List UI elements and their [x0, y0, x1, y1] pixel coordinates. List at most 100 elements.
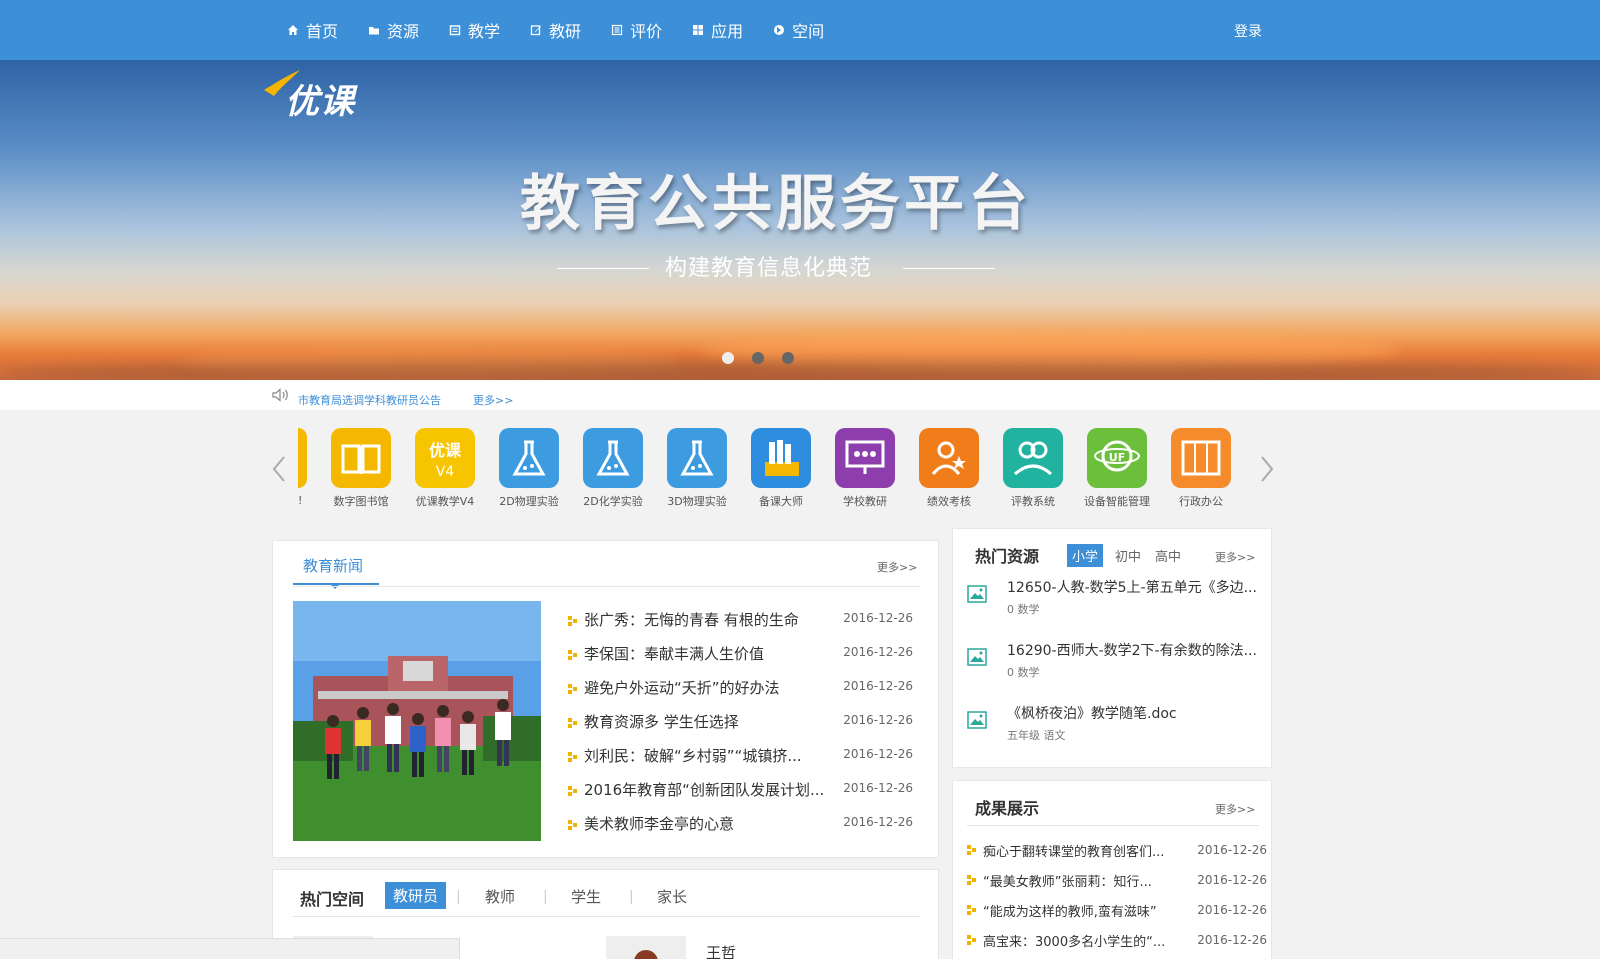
tab-senior[interactable]: 高中 — [1155, 546, 1181, 565]
bullet-icon — [568, 820, 578, 830]
news-item[interactable]: 教育资源多 学生任选择 2016-12-26 — [568, 711, 923, 745]
app-tile[interactable]: 行政办公 — [1161, 428, 1241, 509]
nav-resources[interactable]: 资源 — [368, 18, 419, 42]
avatar[interactable] — [606, 936, 686, 959]
app-tile[interactable]: 优课 V4 优课教学V4 — [405, 428, 485, 509]
resource-title[interactable]: 16290-西师大-数学2下-有余数的除法... — [1007, 640, 1257, 660]
carousel-dot-2[interactable] — [752, 352, 764, 364]
space-person-name[interactable]: 王哲 — [706, 942, 736, 959]
nav-research[interactable]: 教研 — [530, 18, 581, 42]
achievement-title[interactable]: “最美女教师”张丽莉：知行... — [983, 871, 1183, 890]
nav-home[interactable]: 首页 — [287, 18, 338, 42]
app-tile-background — [583, 428, 643, 488]
flask-icon — [596, 440, 630, 476]
achievement-item[interactable]: “能成为这样的教师,蛮有滋味” 2016-12-26 — [967, 899, 1267, 925]
news-title[interactable]: 李保国：奉献丰满人生价值 — [584, 643, 844, 664]
speaker-icon — [272, 388, 288, 402]
app-tile[interactable]: 绩效考核 — [909, 428, 989, 509]
app-tile[interactable]: 2D物理实验 — [489, 428, 569, 509]
nav-teaching[interactable]: 教学 — [449, 18, 500, 42]
news-title[interactable]: 2016年教育部“创新团队发展计划... — [584, 779, 844, 800]
tab-student[interactable]: 学生 — [571, 886, 601, 907]
notice-text-link[interactable]: 市教育局选调学科教研员公告 — [298, 392, 441, 408]
news-item[interactable]: 李保国：奉献丰满人生价值 2016-12-26 — [568, 643, 923, 677]
app-tile[interactable]: 3D物理实验 — [657, 428, 737, 509]
resource-item[interactable]: 12650-人教-数学5上-第五单元《多边... 0 数学 — [967, 577, 1267, 629]
tab-separator: | — [629, 889, 634, 905]
news-item[interactable]: 美术教师李金亭的心意 2016-12-26 — [568, 813, 923, 847]
hot-resources-more-link[interactable]: 更多>> — [1215, 549, 1255, 565]
news-item[interactable]: 张广秀：无悔的青春 有根的生命 2016-12-26 — [568, 609, 923, 643]
nav-space-label: 空间 — [792, 22, 825, 41]
image-file-icon — [967, 711, 987, 729]
books-icon — [765, 440, 799, 476]
app-tile[interactable]: 学校教研 — [825, 428, 905, 509]
news-more-link[interactable]: 更多>> — [877, 559, 917, 575]
achievement-title[interactable]: 高宝来：3000多名小学生的“... — [983, 931, 1183, 950]
news-title[interactable]: 教育资源多 学生任选择 — [584, 711, 844, 732]
news-date: 2016-12-26 — [843, 781, 913, 795]
news-title[interactable]: 刘利民：破解“乡村弱”“城镇挤... — [584, 745, 844, 766]
app-label: 设备智能管理 — [1084, 495, 1150, 508]
news-item[interactable]: 2016年教育部“创新团队发展计划... 2016-12-26 — [568, 779, 923, 813]
app-tile[interactable]: 评教系统 — [993, 428, 1073, 509]
bullet-icon — [568, 718, 578, 728]
carousel-dot-1[interactable] — [722, 352, 734, 364]
resource-title[interactable]: 《枫桥夜泊》教学随笔.doc — [1007, 703, 1257, 723]
news-title[interactable]: 避免户外运动“夭折”的好办法 — [584, 677, 844, 698]
flask-icon — [680, 440, 714, 476]
notice-bar: 市教育局选调学科教研员公告 更多>> — [0, 380, 1600, 410]
home-icon — [288, 25, 298, 35]
app-tile[interactable]: 2D化学实验 — [573, 428, 653, 509]
achievement-title[interactable]: “能成为这样的教师,蛮有滋味” — [983, 901, 1183, 920]
carousel-dots — [722, 352, 812, 364]
notice-more-link[interactable]: 更多>> — [473, 392, 513, 408]
resource-item[interactable]: 16290-西师大-数学2下-有余数的除法... 0 数学 — [967, 640, 1267, 692]
svg-text:UF: UF — [1109, 451, 1125, 464]
tab-parent[interactable]: 家长 — [657, 886, 687, 907]
book-icon — [449, 25, 461, 36]
carousel-prev-icon[interactable] — [272, 455, 286, 483]
achievement-title[interactable]: 痴心于翻转课堂的教育创客们... — [983, 841, 1183, 860]
subtitle-line-right — [903, 268, 995, 269]
nav-menu: 首页 资源 教学 教研 评价 应用 空间 — [287, 0, 854, 60]
login-link[interactable]: 登录 — [1234, 21, 1262, 41]
tab-teacher[interactable]: 教师 — [485, 886, 515, 907]
news-date: 2016-12-26 — [843, 713, 913, 727]
app-tile-background — [835, 428, 895, 488]
news-item[interactable]: 避免户外运动“夭折”的好办法 2016-12-26 — [568, 677, 923, 711]
app-tile[interactable]: 备课大师 — [741, 428, 821, 509]
app-label: 3D物理实验 — [667, 495, 727, 508]
space-icon — [774, 25, 785, 35]
tab-education-news[interactable]: 教育新闻 — [303, 555, 363, 576]
bullet-icon — [568, 616, 578, 626]
youke-icon: 优课 V4 — [429, 441, 462, 480]
news-title[interactable]: 张广秀：无悔的青春 有根的生命 — [584, 609, 844, 630]
achievement-item[interactable]: 高宝来：3000多名小学生的“... 2016-12-26 — [967, 929, 1267, 955]
nav-space[interactable]: 空间 — [773, 18, 824, 42]
app-tile[interactable]: UF 设备智能管理 — [1077, 428, 1157, 509]
resource-item[interactable]: 《枫桥夜泊》教学随笔.doc 五年级 语文 — [967, 703, 1267, 755]
nav-evaluation[interactable]: 评价 — [611, 18, 662, 42]
banner-title: 教育公共服务平台 — [520, 169, 1032, 239]
tab-primary[interactable]: 小学 — [1067, 544, 1104, 567]
nav-apps[interactable]: 应用 — [692, 18, 743, 42]
app-label: 优课教学V4 — [415, 495, 475, 508]
carousel-next-icon[interactable] — [1260, 455, 1274, 483]
svg-text:V4: V4 — [436, 464, 455, 480]
app-tile-background — [331, 428, 391, 488]
site-logo[interactable]: 优课 — [285, 74, 355, 123]
book-open-icon — [341, 444, 381, 474]
tab-junior[interactable]: 初中 — [1115, 546, 1141, 565]
carousel-dot-3[interactable] — [782, 352, 794, 364]
achievement-item[interactable]: 痴心于翻转课堂的教育创客们... 2016-12-26 — [967, 839, 1267, 865]
app-tile[interactable]: 数字图书馆 — [321, 428, 401, 509]
achievements-more-link[interactable]: 更多>> — [1215, 801, 1255, 817]
news-title[interactable]: 美术教师李金亭的心意 — [584, 813, 844, 834]
tab-researcher[interactable]: 教研员 — [385, 882, 447, 909]
news-photo[interactable] — [293, 601, 541, 841]
tab-separator: | — [543, 889, 548, 905]
resource-title[interactable]: 12650-人教-数学5上-第五单元《多边... — [1007, 577, 1257, 597]
achievement-item[interactable]: “最美女教师”张丽莉：知行... 2016-12-26 — [967, 869, 1267, 895]
news-item[interactable]: 刘利民：破解“乡村弱”“城镇挤... 2016-12-26 — [568, 745, 923, 779]
